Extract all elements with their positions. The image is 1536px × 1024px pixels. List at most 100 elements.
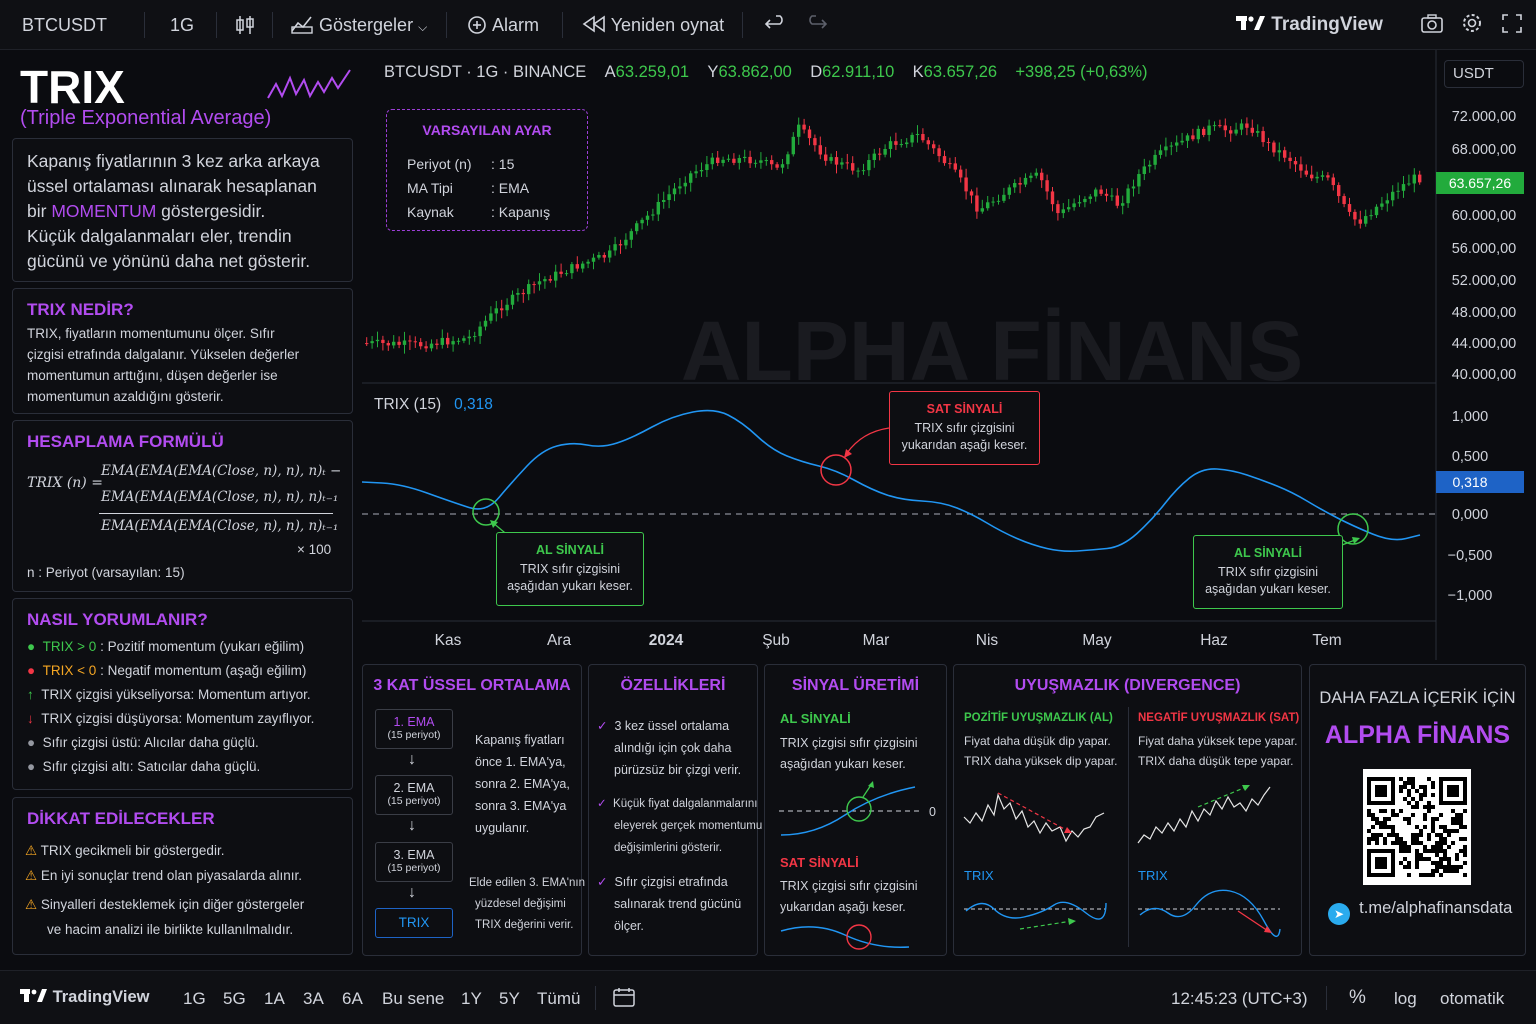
interpretation-item: ● TRIX > 0 : Pozitif momentum (yukarı eğ… [27, 639, 305, 654]
qr-code[interactable] [1363, 769, 1471, 885]
qr-finder [1375, 785, 1387, 797]
indicators-icon [291, 16, 313, 34]
candle-body [786, 154, 790, 165]
qr-module [1387, 825, 1391, 829]
alarm-button[interactable]: Alarm [466, 12, 539, 38]
qr-module [1431, 829, 1435, 833]
interpretation-item: ● Sıfır çizgisi üstü: Alıcılar daha güçl… [27, 735, 259, 750]
fullscreen-button[interactable] [1500, 12, 1524, 38]
qr-module [1439, 845, 1443, 849]
description-line: sonra 3. EMA'ya [475, 799, 567, 813]
indicators-button[interactable]: Göstergeler ⌵ [290, 12, 427, 38]
range-1y[interactable]: 1Y [461, 989, 482, 1009]
caution-item: ⚠ TRIX gecikmeli bir göstergedir. [25, 838, 304, 863]
qr-module [1391, 841, 1395, 845]
signal-line: aşağıdan yukarı keser. [780, 757, 906, 771]
candle-body [764, 160, 768, 162]
symbol-search-button[interactable]: BTCUSDT [22, 12, 107, 38]
candle-body [370, 341, 374, 344]
chart-type-button[interactable] [234, 12, 256, 38]
clock[interactable]: 12:45:23 (UTC+3) [1171, 989, 1308, 1009]
auto-toggle[interactable]: otomatik [1440, 989, 1504, 1009]
candle-body [602, 254, 606, 258]
chart-area[interactable]: ALPHA FİNANS 72.000,00 68.000,00 60.000,00… [361, 50, 1536, 660]
interval-button[interactable]: 1G [170, 12, 194, 38]
ema-box-sub: (15 periyot) [387, 862, 441, 874]
qr-module [1435, 845, 1439, 849]
candle-body [462, 338, 466, 341]
redo-button[interactable] [804, 12, 828, 38]
candle-body [494, 308, 498, 314]
buy-signal-box-1: AL SİNYALİ TRIX sıfır çizgisini aşağıdan… [496, 532, 644, 606]
log-toggle[interactable]: log [1394, 989, 1417, 1009]
legend-close: 63.657,26 [923, 63, 998, 81]
positive-divergence-price [963, 792, 1105, 843]
warning-icon: ⚠ [25, 897, 38, 912]
qr-module [1391, 825, 1395, 829]
percent-toggle[interactable]: % [1349, 987, 1366, 1009]
triple-ema-description: Kapanış fiyatları önce 1. EMA'ya, sonra … [475, 729, 570, 839]
qr-module [1463, 873, 1467, 877]
range-ytd[interactable]: Bu sene [382, 989, 444, 1009]
candle-body [1396, 190, 1400, 192]
qr-module [1407, 873, 1411, 877]
warning-icon: ⚠ [25, 843, 38, 858]
candle-body [705, 164, 709, 171]
goto-date-button[interactable] [612, 986, 636, 1013]
qr-module [1427, 849, 1431, 853]
triple-ema-panel: 3 KAT ÜSSEL ORTALAMA 1. EMA (15 periyot)… [362, 664, 585, 956]
qr-module [1403, 781, 1407, 785]
qr-module [1407, 801, 1411, 805]
description-line: TRIX değerini verir. [475, 919, 574, 931]
settings-button[interactable] [1460, 12, 1484, 38]
buy-signal-marker [472, 498, 500, 526]
candle-body [1342, 196, 1346, 205]
candle-body [559, 271, 563, 274]
trix-wave-icon [267, 69, 351, 99]
candle-body [1331, 177, 1335, 186]
qr-module [1407, 865, 1411, 869]
ema-box-1: 1. EMA (15 periyot) [375, 709, 453, 749]
qr-module [1407, 777, 1411, 781]
telegram-url: t.me/alphafinansdata [1359, 899, 1513, 917]
qr-module [1447, 833, 1451, 837]
trix-tick-label: −1,000 [1448, 588, 1493, 604]
qr-module [1399, 785, 1403, 789]
description-line: sonra 2. EMA'ya, [475, 777, 570, 791]
candle-body [991, 201, 995, 203]
candle-body [1283, 150, 1287, 158]
range-6a[interactable]: 6A [342, 989, 363, 1009]
candle-body [834, 157, 839, 165]
candle-body [635, 223, 639, 232]
candle-body [1029, 175, 1033, 178]
candle-body [1277, 150, 1281, 153]
intro-line: bir MOMENTUM göstergesidir. [27, 199, 320, 224]
candle-body [1364, 216, 1368, 224]
candle-body [867, 160, 871, 171]
currency-select[interactable]: USDT [1444, 60, 1524, 88]
undo-button[interactable] [764, 12, 788, 38]
qr-module [1403, 785, 1407, 789]
replay-button[interactable]: Yeniden oynat [582, 12, 724, 38]
telegram-link[interactable]: ➤ t.me/alphafinansdata [1328, 899, 1512, 925]
candle-body [1040, 172, 1044, 181]
check-icon: ✓ [597, 798, 607, 810]
signal-sell-text: TRIX çizgisi sıfır çizgisini yukarıdan a… [780, 876, 918, 918]
candle-body [597, 254, 601, 258]
range-5y[interactable]: 5Y [499, 989, 520, 1009]
snapshot-button[interactable] [1420, 12, 1444, 38]
range-3a[interactable]: 3A [303, 989, 324, 1009]
range-1g[interactable]: 1G [183, 989, 206, 1009]
what-is-line: çizgisi etrafında dalgalanır. Yükselen d… [27, 347, 300, 362]
range-5g[interactable]: 5G [223, 989, 246, 1009]
range-1a[interactable]: 1A [264, 989, 285, 1009]
qr-module [1447, 845, 1451, 849]
features-title: ÖZELLİKLERİ [620, 677, 726, 694]
qr-module [1443, 825, 1447, 829]
candle-body [537, 281, 542, 285]
triple-ema-description-2: Elde edilen 3. EMA'nın yüzdesel değişimi… [469, 873, 585, 936]
candle-body [1347, 204, 1352, 212]
candle-body [1202, 128, 1206, 135]
range-all[interactable]: Tümü [537, 989, 580, 1009]
qr-module [1423, 805, 1427, 809]
